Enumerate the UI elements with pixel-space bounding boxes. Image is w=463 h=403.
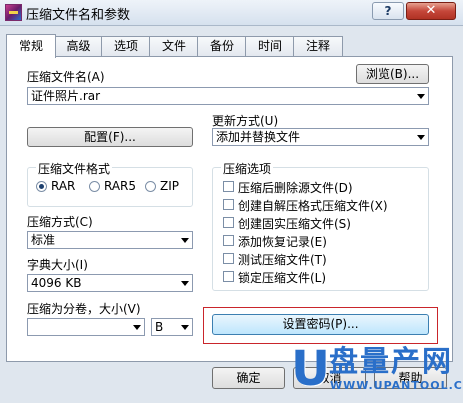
chevron-down-icon	[181, 238, 189, 243]
radio-zip[interactable]	[145, 181, 156, 192]
archive-name-value: 证件照片.rar	[31, 89, 101, 103]
radio-rar[interactable]	[36, 181, 47, 192]
tab-time[interactable]: 时间	[245, 36, 295, 57]
dictionary-size-value: 4096 KB	[31, 276, 82, 290]
split-volume-size-combo[interactable]	[27, 318, 145, 336]
window-title: 压缩文件名和参数	[26, 8, 131, 23]
chevron-down-icon	[181, 281, 189, 286]
tab-files[interactable]: 文件	[149, 36, 199, 57]
checkbox-lock-archive-label: 锁定压缩文件(L)	[238, 271, 327, 285]
title-bar: 压缩文件名和参数 ? ✕	[0, 0, 463, 26]
checkbox-sfx[interactable]	[223, 199, 234, 210]
update-mode-select[interactable]: 添加并替换文件	[212, 128, 429, 146]
archive-format-label: 压缩文件格式	[36, 160, 113, 177]
chevron-down-icon	[417, 135, 425, 140]
archiving-options-label: 压缩选项	[221, 160, 274, 177]
checkbox-test-archive-label: 测试压缩文件(T)	[238, 253, 327, 267]
archive-name-label: 压缩文件名(A)	[27, 70, 105, 84]
split-volume-unit-select[interactable]: B	[151, 318, 193, 336]
browse-button[interactable]: 浏览(B)...	[356, 64, 429, 84]
checkbox-solid-label: 创建固实压缩文件(S)	[238, 217, 351, 231]
watermark-text: 盘量产网	[329, 344, 454, 378]
tab-backup[interactable]: 备份	[197, 36, 247, 57]
radio-rar-label: RAR	[51, 179, 76, 193]
radio-rar5[interactable]	[89, 181, 100, 192]
tab-comment[interactable]: 注释	[293, 36, 343, 57]
chevron-down-icon	[181, 325, 189, 330]
compression-method-label: 压缩方式(C)	[27, 215, 93, 229]
dictionary-size-label: 字典大小(I)	[27, 258, 88, 272]
compression-method-value: 标准	[31, 233, 56, 247]
checkbox-test-archive[interactable]	[223, 253, 234, 264]
split-volume-unit-value: B	[155, 320, 164, 334]
checkbox-lock-archive[interactable]	[223, 271, 234, 282]
checkbox-recovery-record-label: 添加恢复记录(E)	[238, 235, 327, 249]
chevron-down-icon	[417, 94, 425, 99]
help-title-button[interactable]: ?	[372, 2, 404, 20]
profiles-button[interactable]: 配置(F)...	[27, 127, 193, 147]
ok-button[interactable]: 确定	[212, 367, 285, 389]
update-mode-value: 添加并替换文件	[216, 130, 301, 144]
radio-rar5-label: RAR5	[104, 179, 137, 193]
tab-options[interactable]: 选项	[101, 36, 151, 57]
dictionary-size-select[interactable]: 4096 KB	[27, 274, 193, 292]
checkbox-delete-after-label: 压缩后删除源文件(D)	[238, 181, 353, 195]
set-password-button[interactable]: 设置密码(P)...	[212, 314, 429, 335]
checkbox-solid[interactable]	[223, 217, 234, 228]
compression-method-select[interactable]: 标准	[27, 231, 193, 249]
tab-general[interactable]: 常规	[6, 34, 56, 58]
close-button[interactable]: ✕	[406, 2, 456, 20]
checkbox-delete-after[interactable]	[223, 181, 234, 192]
split-volumes-label: 压缩为分卷，大小(V)	[27, 302, 141, 316]
radio-zip-label: ZIP	[160, 179, 179, 193]
checkbox-recovery-record[interactable]	[223, 235, 234, 246]
watermark-url: WWW.UPANTOOL.COM	[330, 379, 463, 392]
tab-advanced[interactable]: 高级	[54, 36, 103, 57]
winrar-app-icon	[5, 4, 22, 21]
update-mode-label: 更新方式(U)	[212, 114, 279, 128]
checkbox-sfx-label: 创建自解压格式压缩文件(X)	[238, 199, 388, 213]
archive-name-combo[interactable]: 证件照片.rar	[27, 87, 429, 105]
chevron-down-icon	[133, 325, 141, 330]
